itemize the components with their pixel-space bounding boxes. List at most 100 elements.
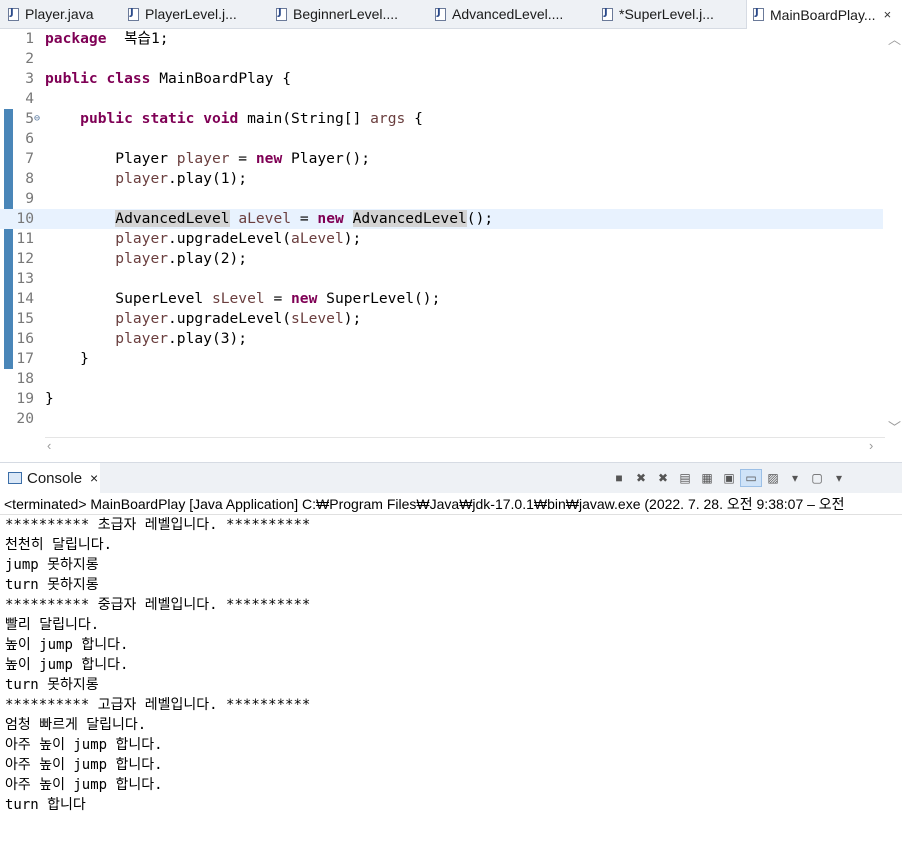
code-line[interactable]: 17 } [0, 349, 883, 369]
code-line[interactable]: 16 player.play(3); [0, 329, 883, 349]
tab-label: AdvancedLevel.... [452, 6, 564, 22]
code-line[interactable]: 5 ⊖ public static void main(String[] args… [0, 109, 883, 129]
console-icon [8, 472, 22, 484]
code-text: player.play(3); [45, 329, 247, 349]
code-token: player [115, 250, 169, 267]
close-tab-icon[interactable]: × [884, 7, 892, 22]
code-token: (); [466, 210, 494, 227]
console-process-description: <terminated> MainBoardPlay [Java Applica… [4, 496, 845, 512]
line-number: 10 [16, 210, 34, 227]
fold-toggle-icon[interactable]: ⊖ [34, 109, 40, 129]
tab-superlevel-java[interactable]: *SuperLevel.j... [602, 0, 714, 28]
remove-all-icon[interactable]: ✖ [652, 469, 674, 487]
java-file-icon [276, 7, 287, 21]
console-output-line: 천천히 달립니다. [5, 537, 113, 553]
scroll-lock-icon[interactable]: ▤ [674, 469, 696, 487]
code-line[interactable]: 20 [0, 409, 883, 429]
display-selected-icon[interactable]: ▭ [740, 469, 762, 487]
line-number: 5 [25, 110, 34, 127]
code-token: ); [343, 310, 362, 327]
console-output-line: ********** 초급자 레벨입니다. ********** [5, 517, 311, 533]
code-line[interactable]: 19} [0, 389, 883, 409]
code-token: = [229, 150, 256, 167]
code-token: Player [45, 150, 177, 167]
code-token: static [141, 110, 195, 127]
tab-beginnerlevel-java[interactable]: BeginnerLevel.... [276, 0, 398, 28]
code-token: public [45, 70, 98, 87]
java-file-icon [8, 7, 19, 21]
code-line[interactable]: 15 player.upgradeLevel(sLevel); [0, 309, 883, 329]
code-line[interactable]: 6 [0, 129, 883, 149]
pin-console-icon[interactable]: ▣ [718, 469, 740, 487]
code-token: player [115, 330, 169, 347]
console-tab-label: Console [27, 469, 83, 487]
editor-vertical-scrollbar[interactable]: ︿ ﹀ [885, 29, 902, 437]
console-output-line: turn 합니다 [5, 797, 86, 813]
code-line[interactable]: 7 Player player = new Player(); [0, 149, 883, 169]
line-number: 15 [16, 310, 34, 327]
code-token: args [370, 110, 406, 127]
line-number: 9 [25, 190, 34, 207]
line-number: 18 [16, 370, 34, 387]
code-line[interactable]: 11 player.upgradeLevel(aLevel); [0, 229, 883, 249]
line-number: 4 [25, 90, 34, 107]
code-token: main(String[] [238, 110, 371, 127]
scroll-down-icon[interactable]: ﹀ [888, 417, 901, 436]
code-line[interactable]: 3 public class MainBoardPlay { [0, 69, 883, 89]
console-output-line: 아주 높이 jump 합니다. [5, 737, 163, 753]
console-output[interactable]: ********** 초급자 레벨입니다. ********** 천천히 달립니다… [0, 514, 902, 859]
console-view-header: Console × ■ ✖ ✖ ▤ ▦ ▣ ▭ ▨ ▾ ▢ ▾ [0, 462, 902, 493]
console-output-line: 엄청 빠르게 달립니다. [5, 717, 147, 733]
editor-horizontal-scrollbar[interactable]: ‹ › [45, 437, 885, 455]
code-token: new [317, 210, 344, 227]
code-line[interactable]: 14 SuperLevel sLevel = new SuperLevel(); [0, 289, 883, 309]
line-number: 20 [16, 410, 34, 427]
open-console-dropdown-icon[interactable]: ▾ [828, 469, 850, 487]
code-text: player.play(1); [45, 169, 247, 189]
tab-mainboardplay-java[interactable]: MainBoardPlay... × [746, 0, 902, 29]
code-line[interactable]: 10 AdvancedLevel aLevel = new AdvancedLe… [0, 209, 883, 229]
scroll-up-icon[interactable]: ︿ [888, 29, 901, 48]
code-token: ); [343, 230, 362, 247]
code-line[interactable]: 4 [0, 89, 883, 109]
code-line[interactable]: 9 [0, 189, 883, 209]
editor-tab-bar: Player.java PlayerLevel.j... BeginnerLev… [0, 0, 902, 29]
word-wrap-icon[interactable]: ▦ [696, 469, 718, 487]
remove-launch-icon[interactable]: ✖ [630, 469, 652, 487]
line-number: 2 [25, 50, 34, 67]
scroll-right-icon[interactable]: › [869, 438, 873, 453]
code-token: new [255, 150, 283, 167]
java-file-icon [602, 7, 613, 21]
tab-player-java[interactable]: Player.java [8, 0, 93, 28]
close-console-icon[interactable]: × [90, 470, 98, 486]
code-line[interactable]: 1 package 복습1; [0, 29, 883, 49]
code-text: player.upgradeLevel(aLevel); [45, 229, 361, 249]
terminate-icon[interactable]: ■ [608, 469, 630, 487]
scroll-left-icon[interactable]: ‹ [47, 438, 51, 453]
code-line[interactable]: 8 player.play(1); [0, 169, 883, 189]
tab-label: PlayerLevel.j... [145, 6, 237, 22]
code-token: .play(3); [168, 330, 248, 347]
line-number: 13 [16, 270, 34, 287]
new-console-view-icon[interactable]: ▾ [784, 469, 806, 487]
line-number: 12 [16, 250, 34, 267]
code-token: player [115, 230, 169, 247]
code-token: class [106, 70, 151, 87]
code-text: package 복습1; [45, 29, 169, 49]
pin-icon[interactable]: ▢ [806, 469, 828, 487]
tab-advancedlevel-java[interactable]: AdvancedLevel.... [435, 0, 563, 28]
code-line[interactable]: 12 player.play(2); [0, 249, 883, 269]
code-text: AdvancedLevel aLevel = new AdvancedLevel… [45, 209, 493, 229]
code-text: SuperLevel sLevel = new SuperLevel(); [45, 289, 440, 309]
line-number: 3 [25, 70, 34, 87]
tab-playerlevel-java[interactable]: PlayerLevel.j... [128, 0, 237, 28]
code-line[interactable]: 18 [0, 369, 883, 389]
code-line[interactable]: 13 [0, 269, 883, 289]
code-token: .play(2); [168, 250, 248, 267]
open-console-icon[interactable]: ▨ [762, 469, 784, 487]
code-editor[interactable]: 1 package 복습1; 2 3 public class MainBoardPla… [0, 29, 885, 437]
tab-console[interactable]: Console × [0, 463, 100, 493]
code-line[interactable]: 2 [0, 49, 883, 69]
